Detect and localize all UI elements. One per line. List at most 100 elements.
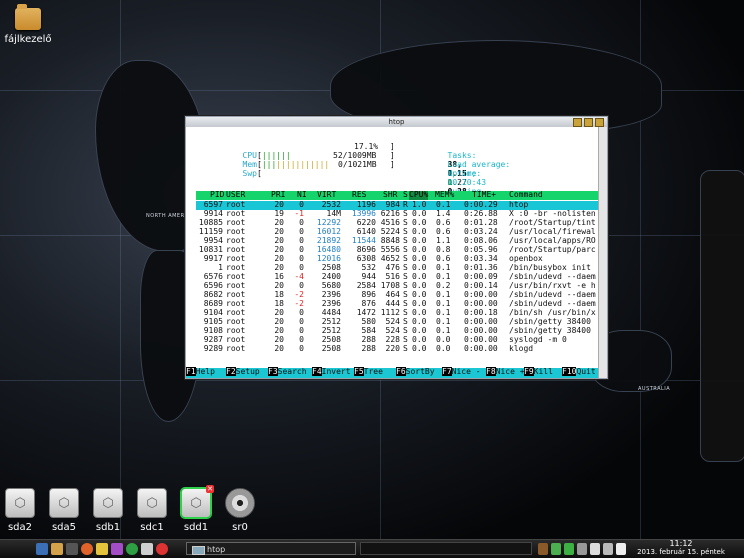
usb-drive-icon: ⬡ — [5, 488, 35, 518]
fkey-label: Quit — [576, 367, 596, 376]
drive-sda5[interactable]: ⬡ sda5 — [49, 488, 79, 533]
drive-sr0[interactable]: sr0 — [225, 488, 255, 533]
editor-icon[interactable] — [96, 543, 108, 555]
process-virt: 2508 — [321, 344, 341, 353]
fkey-help[interactable]: F1Help — [186, 367, 215, 377]
fkey-label: SortBy — [405, 367, 435, 376]
fkey-label: Tree — [363, 367, 383, 376]
process-s: S — [403, 344, 408, 353]
drive-sdd1[interactable]: ⬡ ✕ sdd1 — [181, 485, 214, 533]
col-command[interactable]: Command — [509, 190, 543, 200]
terminal-area[interactable]: CPU[|||||| 17.1% ] Mem[|||||||||||||| 52… — [186, 127, 602, 378]
desktop-folder-file-manager[interactable]: fájlkezelő — [4, 4, 52, 45]
process-table-header[interactable]: PID USER PRI NI VIRT RES SHR S CPU% MEM%… — [196, 190, 602, 200]
map-label-australia: AUSTRALIA — [638, 386, 671, 392]
fkey-tree[interactable]: F5Tree — [354, 367, 383, 377]
process-pid: 9289 — [203, 344, 223, 353]
usb-drive-icon: ⬡ — [93, 488, 123, 518]
col-state[interactable]: S — [403, 190, 408, 200]
process-user: root — [226, 344, 246, 353]
meters-area: CPU[|||||| 17.1% ] Mem[|||||||||||||| 52… — [204, 142, 584, 195]
keyboard-icon[interactable] — [603, 543, 613, 555]
col-user[interactable]: USER — [226, 190, 245, 200]
fkey-setup[interactable]: F2Setup — [226, 367, 260, 377]
minimize-button[interactable] — [573, 118, 582, 127]
fkey-quit[interactable]: F10Quit — [562, 367, 596, 377]
process-ni: 0 — [299, 344, 304, 353]
close-button[interactable] — [595, 118, 604, 127]
fkey-invert[interactable]: F4Invert — [312, 367, 351, 377]
col-mem[interactable]: MEM% — [435, 190, 454, 200]
uptime-value: 00:20:43 — [447, 177, 487, 187]
maximize-button[interactable] — [584, 118, 593, 127]
drive-sdb1[interactable]: ⬡ sdb1 — [93, 488, 123, 533]
terminal-scrollbar[interactable] — [598, 127, 607, 378]
drive-sdc1[interactable]: ⬡ sdc1 — [137, 488, 167, 533]
settings-icon[interactable] — [141, 543, 153, 555]
process-time: 0:00.00 — [464, 344, 498, 353]
clock[interactable]: 11:12 2013. február 15. péntek — [622, 539, 740, 557]
drive-label: sr0 — [232, 522, 248, 533]
fkey-label: Nice - — [451, 367, 481, 376]
fkey-search[interactable]: F3Search — [268, 367, 307, 377]
taskbar-empty-slot[interactable] — [360, 542, 532, 555]
battery-icon[interactable] — [538, 543, 548, 555]
drive-label: sda2 — [7, 522, 33, 533]
menu-icon[interactable] — [36, 543, 48, 555]
drive-sda2[interactable]: ⬡ sda2 — [5, 488, 35, 533]
drive-label: sdc1 — [140, 522, 164, 533]
col-pid[interactable]: PID — [210, 190, 224, 200]
window-titlebar[interactable]: htop — [186, 117, 607, 127]
mem-bar: ||| — [261, 159, 277, 169]
col-cpu[interactable]: CPU% — [409, 190, 429, 200]
unmount-icon[interactable]: ✕ — [206, 485, 214, 493]
clock-date: 2013. február 15. péntek — [637, 548, 725, 556]
firefox-icon[interactable] — [81, 543, 93, 555]
uptime-label: Uptime: — [447, 168, 482, 178]
drive-label: sdd1 — [183, 522, 209, 533]
col-pri[interactable]: PRI — [271, 190, 285, 200]
window-list-icon[interactable] — [577, 543, 587, 555]
usb-drive-icon: ⬡ — [137, 488, 167, 518]
col-ni[interactable]: NI — [297, 190, 307, 200]
col-time[interactable]: TIME+ — [472, 190, 496, 200]
col-shr[interactable]: SHR — [383, 190, 397, 200]
window-icon — [192, 546, 205, 555]
fkey-nice[interactable]: F8Nice + — [486, 367, 525, 377]
status-icon[interactable] — [564, 543, 574, 555]
drive-icons: ⬡ sda2 ⬡ sda5 ⬡ sdb1 ⬡ sdc1 ⬡ ✕ sdd1 sr0 — [5, 485, 255, 533]
usb-drive-icon: ⬡ — [49, 488, 79, 518]
process-row[interactable]: 9289 root 20 0 2508 288 220 S 0.0 0.0 0:00.00 klogd — [196, 344, 602, 354]
clipboard-icon[interactable] — [590, 543, 600, 555]
folder-icon[interactable] — [51, 543, 63, 555]
process-shr: 220 — [385, 344, 400, 353]
fkey-key: F1 — [186, 367, 196, 376]
fkey-key: F10 — [562, 367, 577, 376]
fkey-label: Nice + — [495, 367, 525, 376]
col-res[interactable]: RES — [352, 190, 366, 200]
network-icon[interactable] — [551, 543, 561, 555]
process-cpu: 0.0 — [412, 344, 427, 353]
media-player-icon[interactable] — [126, 543, 138, 555]
process-res: 288 — [361, 344, 376, 353]
power-icon[interactable] — [156, 543, 168, 555]
fkey-nice[interactable]: F7Nice - — [442, 367, 481, 377]
image-viewer-icon[interactable] — [111, 543, 123, 555]
clock-time: 11:12 — [669, 539, 693, 548]
terminal-icon[interactable] — [66, 543, 78, 555]
drive-label: sda5 — [51, 522, 77, 533]
col-virt[interactable]: VIRT — [317, 190, 336, 200]
fkey-sortby[interactable]: F6SortBy — [396, 367, 435, 377]
fkey-key: F3 — [268, 367, 278, 376]
taskbar-htop-button[interactable]: htop — [186, 542, 356, 555]
function-key-bar[interactable]: F1Help F2Setup F3Search F4Invert F5Tree F6Sor… — [186, 367, 599, 378]
fkey-key: F2 — [226, 367, 236, 376]
fkey-kill[interactable]: F9Kill — [524, 367, 553, 377]
htop-window[interactable]: htop CPU[|||||| 17.1% ] Mem[||||||||||||… — [185, 116, 608, 379]
process-mem: 0.0 — [436, 344, 451, 353]
process-pri: 20 — [274, 344, 284, 353]
fkey-key: F5 — [354, 367, 364, 376]
swp-value: 0/1021MB — [338, 160, 377, 169]
system-tray — [538, 543, 626, 555]
map-label-north-america: NORTH AMERI — [146, 213, 187, 219]
